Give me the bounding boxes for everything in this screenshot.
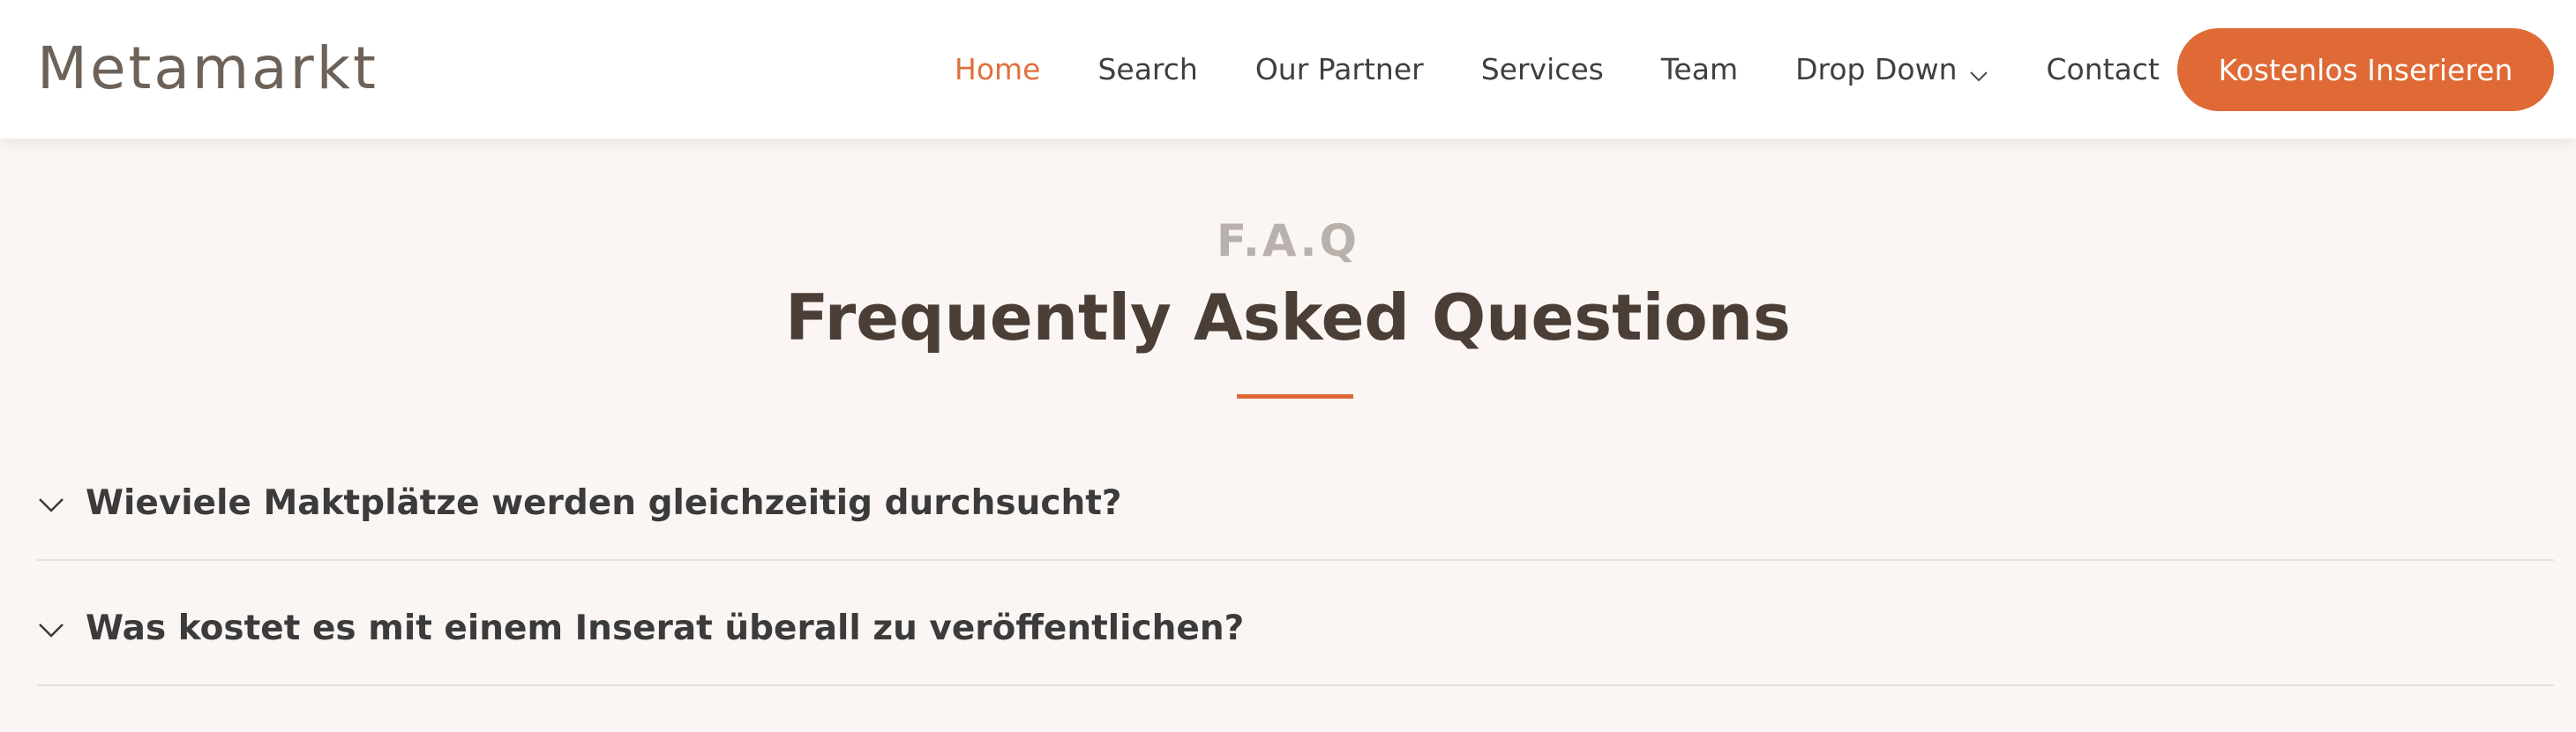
nav-item-drop-down[interactable]: Drop Down [1795,52,1988,86]
nav-item-label: Search [1097,52,1198,86]
nav-item-label: Our Partner [1254,52,1424,86]
main-nav: Home Search Our Partner Services Team Dr… [955,0,2217,138]
faq-question: Wieviele Maktplätze werden gleichzeitig … [86,483,1122,523]
nav-item-services[interactable]: Services [1481,52,1604,86]
chevron-down-icon [1968,59,1989,81]
kostenlos-inserieren-button[interactable]: Kostenlos Inserieren [2177,28,2554,111]
nav-item-label: Drop Down [1795,52,1958,86]
faq-kicker: F.A.Q [1217,215,1359,266]
site-header: Metamarkt Home Search Our Partner Servic… [0,0,2576,138]
nav-item-home[interactable]: Home [955,52,1040,86]
faq-item[interactable]: Wieviele Maktplätze werden gleichzeitig … [37,462,2554,561]
faq-title: Frequently Asked Questions [785,280,1791,355]
nav-item-search[interactable]: Search [1097,52,1197,86]
nav-item-label: Home [955,52,1041,86]
nav-item-contact[interactable]: Contact [2047,52,2160,86]
nav-item-label: Contact [2046,52,2160,86]
chevron-down-icon [37,490,65,519]
faq-question: Was kostet es mit einem Inserat überall … [86,609,1245,648]
nav-item-label: Team [1660,52,1739,86]
nav-item-our-partner[interactable]: Our Partner [1255,52,1424,86]
nav-item-label: Services [1480,52,1604,86]
site-logo[interactable]: Metamarkt [37,34,378,104]
chevron-down-icon [37,616,65,644]
nav-item-team[interactable]: Team [1661,52,1738,86]
faq-item[interactable]: Was kostet es mit einem Inserat überall … [37,587,2554,686]
title-divider [1237,394,1353,399]
